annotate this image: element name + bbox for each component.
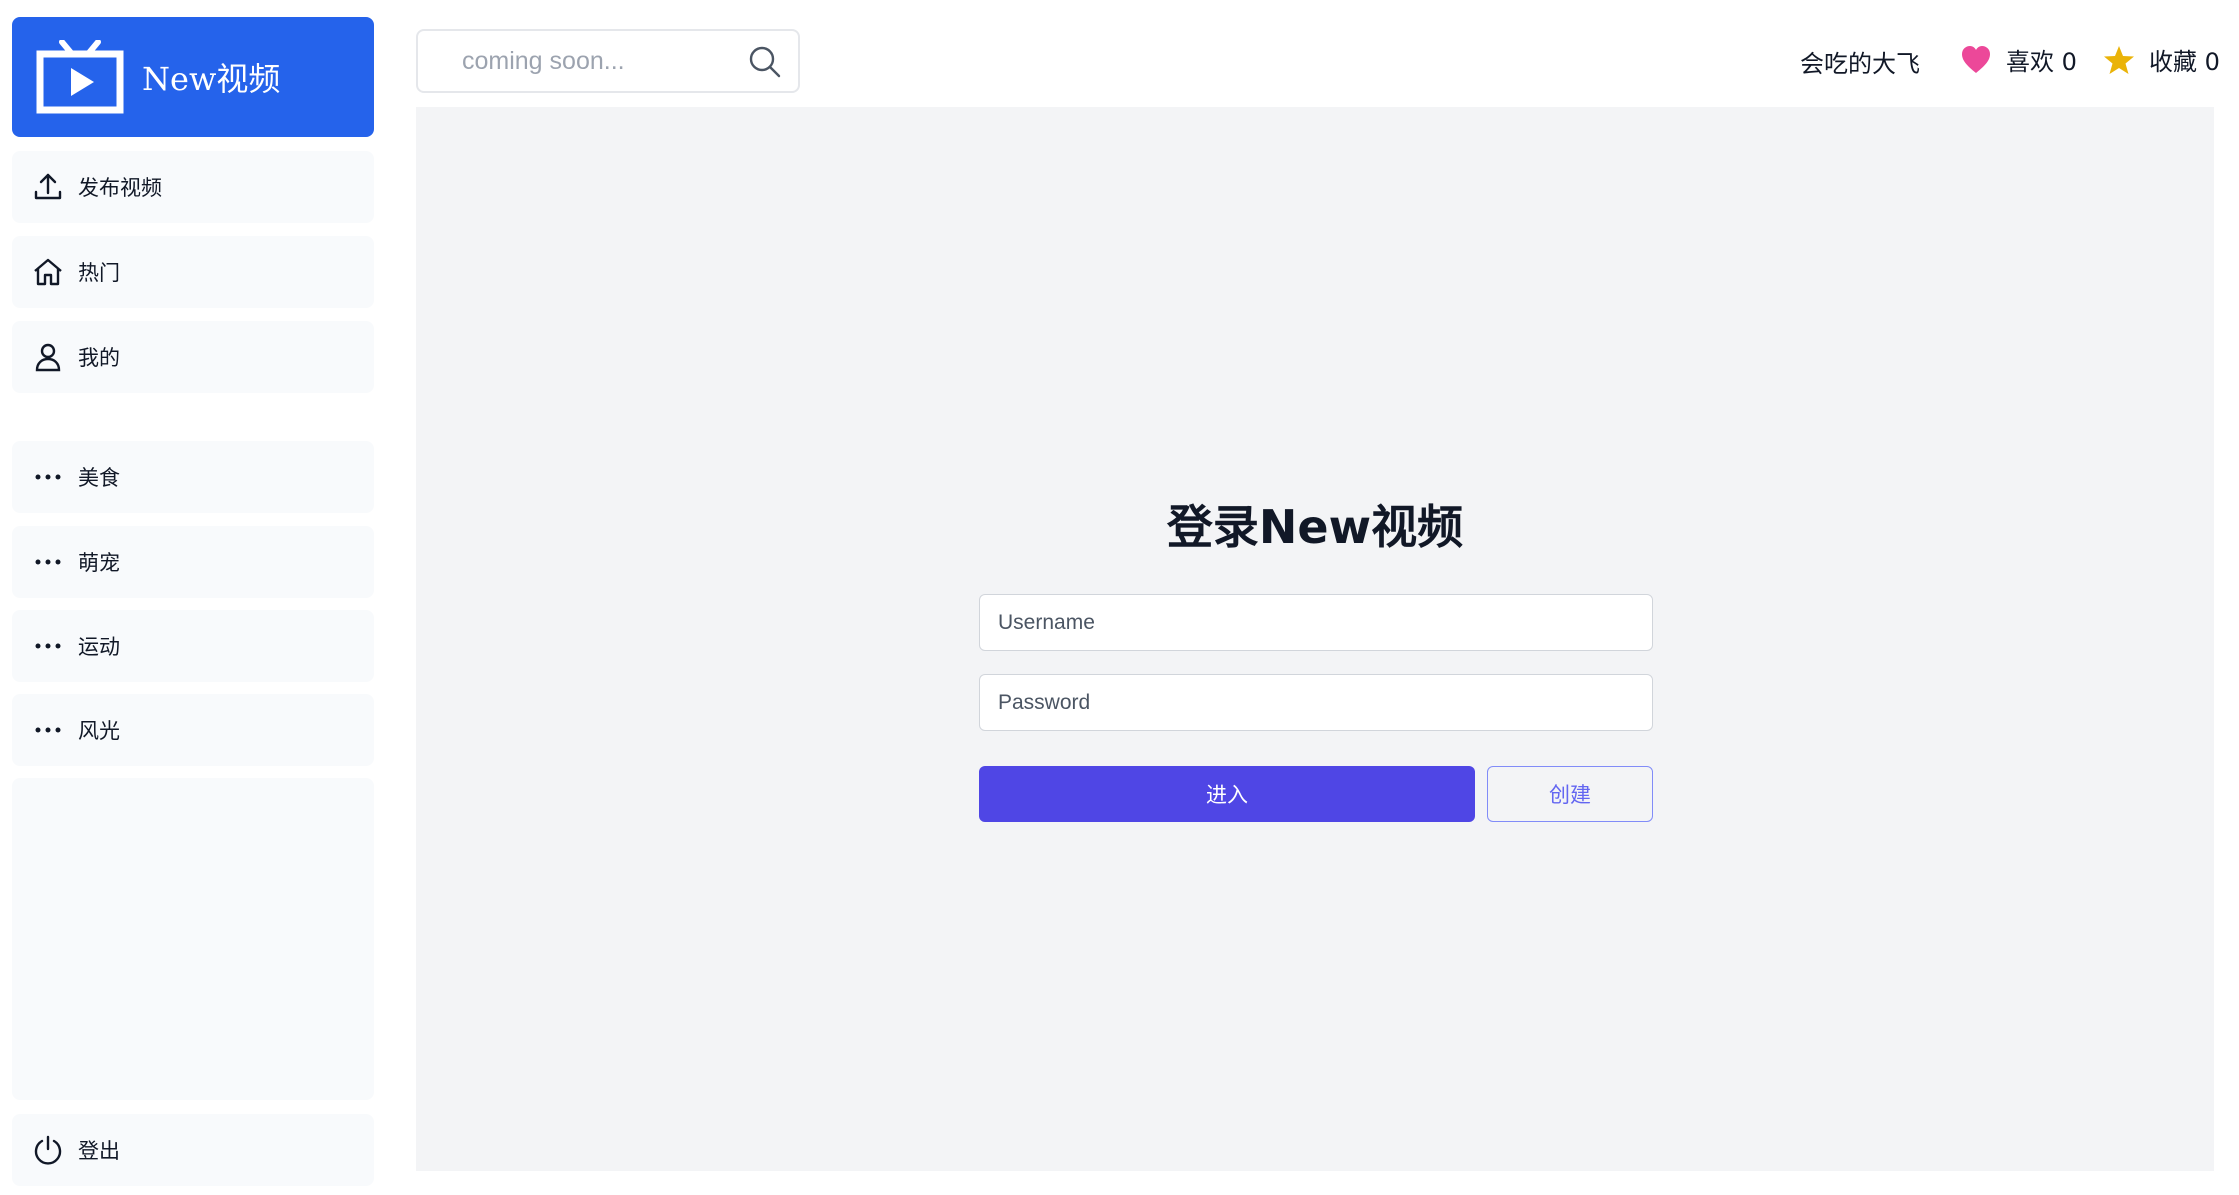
upload-icon bbox=[32, 171, 64, 203]
sidebar-item-label: 我的 bbox=[78, 346, 120, 370]
user-name[interactable]: 会吃的大飞 bbox=[1800, 44, 1920, 79]
sidebar-item-scenery[interactable]: 风光 bbox=[12, 694, 374, 766]
more-dots-icon bbox=[32, 714, 64, 746]
user-icon bbox=[32, 341, 64, 373]
logout-button[interactable]: 登出 bbox=[12, 1114, 374, 1186]
favorites-label: 收藏 0 bbox=[2149, 48, 2220, 76]
home-icon bbox=[32, 256, 64, 288]
power-icon bbox=[32, 1134, 64, 1166]
sidebar-item-upload[interactable]: 发布视频 bbox=[12, 151, 374, 223]
sidebar-item-label: 热门 bbox=[78, 261, 120, 285]
more-dots-icon bbox=[32, 630, 64, 662]
likes-label: 喜欢 0 bbox=[2006, 48, 2077, 76]
sidebar-item-sports[interactable]: 运动 bbox=[12, 610, 374, 682]
sidebar-item-label: 美食 bbox=[78, 466, 120, 490]
login-title: 登录New视频 bbox=[1166, 500, 1464, 554]
main-content: 登录New视频 进入 创建 bbox=[416, 107, 2214, 1171]
app-root: New视频 发布视频 热门 我的 美食 萌宠 运动 风光 登出 coming s… bbox=[0, 0, 2239, 1195]
search-icon[interactable] bbox=[748, 45, 782, 79]
create-account-button[interactable]: 创建 bbox=[1487, 766, 1653, 822]
heart-icon bbox=[1962, 45, 1990, 73]
app-name: New视频 bbox=[142, 60, 281, 98]
password-input[interactable] bbox=[979, 674, 1653, 731]
likes-counter[interactable]: 喜欢 0 bbox=[1960, 42, 2077, 77]
sidebar-item-label: 发布视频 bbox=[78, 176, 162, 200]
app-logo[interactable]: New视频 bbox=[12, 17, 374, 137]
sidebar-item-food[interactable]: 美食 bbox=[12, 441, 374, 513]
more-dots-icon bbox=[32, 461, 64, 493]
search-box bbox=[416, 29, 800, 93]
sidebar-empty-panel bbox=[12, 778, 374, 1100]
logout-label: 登出 bbox=[78, 1139, 120, 1163]
sidebar-item-mine[interactable]: 我的 bbox=[12, 321, 374, 393]
login-button[interactable]: 进入 bbox=[979, 766, 1475, 822]
sidebar-item-label: 风光 bbox=[78, 719, 120, 743]
favorites-counter[interactable]: 收藏 0 bbox=[2103, 42, 2220, 77]
more-dots-icon bbox=[32, 546, 64, 578]
sidebar-item-label: 萌宠 bbox=[78, 551, 120, 575]
sidebar-item-hot[interactable]: 热门 bbox=[12, 236, 374, 308]
sidebar-item-pets[interactable]: 萌宠 bbox=[12, 526, 374, 598]
sidebar-item-label: 运动 bbox=[78, 635, 120, 659]
star-icon bbox=[2104, 45, 2134, 74]
username-input[interactable] bbox=[979, 594, 1653, 651]
tv-icon bbox=[36, 40, 124, 114]
search-input[interactable] bbox=[460, 45, 734, 77]
